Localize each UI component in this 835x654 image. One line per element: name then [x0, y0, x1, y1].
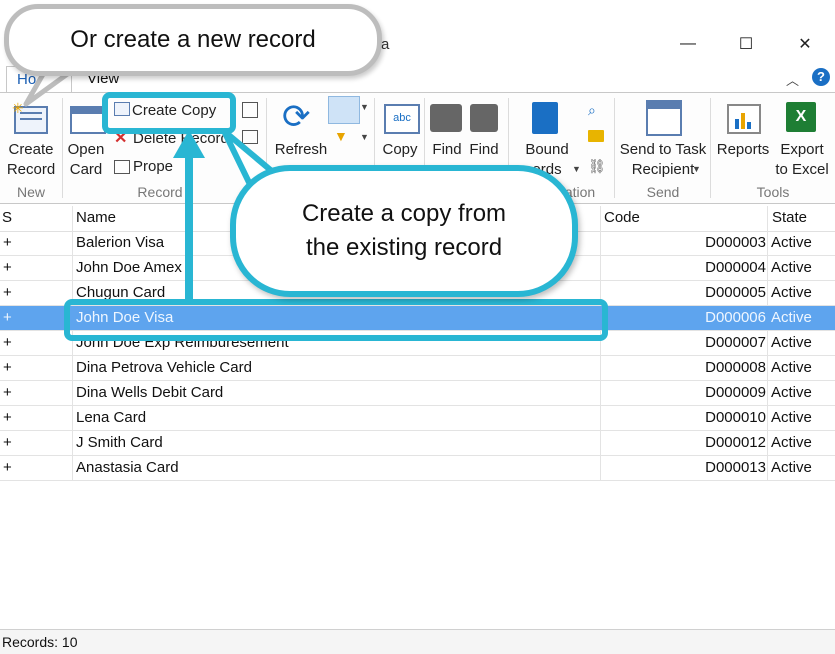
arrow-up-head [173, 130, 205, 158]
filter-icon[interactable] [328, 96, 360, 124]
chevron-down-icon[interactable]: ▼ [360, 132, 369, 142]
cell-name: Dina Petrova Vehicle Card [76, 359, 252, 376]
selected-row-highlight [64, 299, 608, 341]
copy-callout-line2: the existing record [305, 234, 503, 261]
cell-name: Balerion Visa [76, 234, 165, 251]
cell-code: D000010 [705, 409, 766, 426]
open-card-icon [70, 106, 106, 134]
maximize-button[interactable]: ☐ [726, 30, 766, 58]
cell-state: Active [771, 384, 812, 401]
cell-code: D000007 [705, 334, 766, 351]
cell-s: + [3, 359, 12, 376]
group-label-tools: Tools [756, 184, 790, 200]
chevron-down-icon[interactable]: ▼ [692, 164, 701, 174]
status-bar: Records: 10 [0, 629, 835, 654]
hierarchy-icon[interactable] [242, 102, 258, 118]
arrow-up-line [185, 150, 193, 300]
records-count: Records: 10 [2, 634, 78, 650]
find-next-icon [470, 104, 498, 132]
find-next-button[interactable]: Find [466, 140, 502, 160]
properties-icon [114, 160, 130, 174]
cell-code: D000009 [705, 384, 766, 401]
cell-state: Active [771, 259, 812, 276]
send-to-task-icon [646, 100, 682, 136]
cell-state: Active [771, 409, 812, 426]
send-to-task-recipient-button[interactable]: Send to Task Recipient [618, 140, 708, 180]
find-icon [430, 104, 462, 132]
cell-code: D000008 [705, 359, 766, 376]
column-header-code[interactable]: Code [604, 209, 640, 226]
column-header-s[interactable]: S [2, 209, 12, 226]
export-to-excel-button[interactable]: Export to Excel [772, 140, 832, 180]
cell-state: Active [771, 459, 812, 476]
cell-code: D000003 [705, 234, 766, 251]
cell-s: + [3, 234, 12, 251]
table-row[interactable]: + Lena Card D000010 Active [0, 406, 835, 431]
find-button[interactable]: Find [428, 140, 466, 160]
bound-records-icon [532, 102, 558, 134]
cell-code: D000012 [705, 434, 766, 451]
cell-state: Active [771, 284, 812, 301]
create-record-button[interactable]: Create Record [4, 140, 58, 180]
cell-s: + [3, 259, 12, 276]
cell-code: D000006 [705, 309, 766, 326]
cell-s: + [3, 384, 12, 401]
search-icon[interactable]: ⌕ [588, 102, 596, 119]
cell-state: Active [771, 234, 812, 251]
cell-s: + [3, 309, 12, 326]
cell-state: Active [771, 309, 812, 326]
collapse-ribbon-icon[interactable]: ︿ [786, 70, 799, 89]
separator [614, 98, 615, 198]
table-row[interactable]: + Dina Petrova Vehicle Card D000008 Active [0, 356, 835, 381]
cell-state: Active [771, 359, 812, 376]
copy-icon: abc [384, 104, 420, 134]
column-header-state[interactable]: State [772, 209, 807, 226]
close-button[interactable]: ✕ [785, 30, 825, 58]
group-label-send: Send [646, 184, 680, 200]
open-card-button[interactable]: Open Card [62, 140, 110, 180]
cell-code: D000005 [705, 284, 766, 301]
filter-settings-icon[interactable]: ▼ [334, 128, 352, 146]
cell-code: D000013 [705, 459, 766, 476]
reports-icon [727, 104, 761, 134]
folder-icon[interactable] [588, 130, 604, 142]
new-record-callout: Or create a new record [4, 4, 382, 76]
cell-s: + [3, 434, 12, 451]
table-row[interactable]: + Dina Wells Debit Card D000009 Active [0, 381, 835, 406]
minimize-button[interactable]: — [668, 30, 708, 58]
cell-name: Anastasia Card [76, 459, 179, 476]
copy-callout-line1: Create a copy from [301, 200, 507, 227]
cell-s: + [3, 334, 12, 351]
cell-s: + [3, 459, 12, 476]
copy-callout: Create a copy from the existing record [230, 165, 578, 297]
cell-name: J Smith Card [76, 434, 163, 451]
excel-icon: X [786, 102, 816, 132]
separator [710, 98, 711, 198]
cell-name: John Doe Amex [76, 259, 182, 276]
cell-s: + [3, 409, 12, 426]
column-header-name[interactable]: Name [76, 209, 116, 226]
help-icon[interactable]: ? [812, 68, 830, 86]
cell-name: Dina Wells Debit Card [76, 384, 224, 401]
properties-button[interactable]: Prope [133, 157, 173, 177]
cell-state: Active [771, 334, 812, 351]
table-row[interactable]: + Anastasia Card D000013 Active [0, 456, 835, 481]
cell-state: Active [771, 434, 812, 451]
cell-code: D000004 [705, 259, 766, 276]
reports-button[interactable]: Reports [714, 140, 772, 160]
group-label-new: New [16, 184, 45, 200]
cell-name: Lena Card [76, 409, 147, 426]
link-icon[interactable]: ⛓ [588, 158, 606, 175]
copy-button[interactable]: Copy [378, 140, 422, 160]
table-row[interactable]: + J Smith Card D000012 Active [0, 431, 835, 456]
chevron-down-icon[interactable]: ▼ [572, 164, 581, 174]
chevron-down-icon[interactable]: ▼ [360, 102, 369, 112]
cell-s: + [3, 284, 12, 301]
create-copy-highlight [102, 92, 236, 134]
